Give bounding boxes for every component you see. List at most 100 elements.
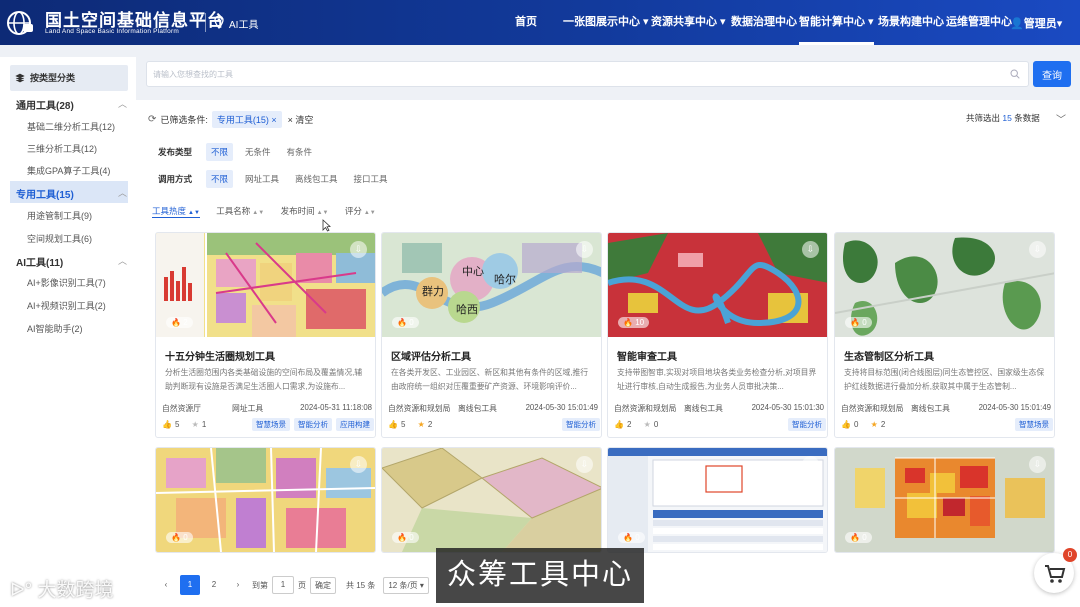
card-date: 2024-05-30 15:01:49 xyxy=(978,403,1051,412)
sidebar-group-ai[interactable]: AI工具(11) xyxy=(16,254,63,269)
star-icon[interactable]: ★ xyxy=(192,420,199,429)
sidebar-item-gpa-operators[interactable]: 集成GPA算子工具(4) xyxy=(27,164,110,177)
platform-subtitle: Land And Space Basic Information Platfor… xyxy=(45,28,179,35)
search-input[interactable] xyxy=(147,62,987,86)
sort-bar: 工具热度 ▲▼ 工具名称 ▲▼ 发布时间 ▲▼ 评分 ▲▼ xyxy=(152,205,390,218)
thumb-up-icon[interactable]: 👍 xyxy=(388,420,398,429)
card-org: 自然资源和规划局 xyxy=(614,404,677,413)
like-count: 5 xyxy=(400,420,406,429)
sidebar-item-ai-video[interactable]: AI+视频识别工具(2) xyxy=(27,299,106,312)
clear-filters-button[interactable]: × 清空 xyxy=(288,113,314,126)
nav-home[interactable]: 首页 xyxy=(515,0,537,45)
sidebar-item-use-control[interactable]: 用途管制工具(9) xyxy=(27,209,92,222)
chevron-up-icon[interactable]: ︿ xyxy=(118,254,127,267)
user-menu[interactable]: 👤管理员▾ xyxy=(1010,15,1062,31)
refresh-icon[interactable]: ⟳ xyxy=(148,114,156,125)
like-count: 5 xyxy=(174,420,180,429)
heat-badge: 🔥 10 xyxy=(618,317,650,328)
download-icon[interactable]: ⇩ xyxy=(802,456,819,473)
call-option-api[interactable]: 接口工具 xyxy=(354,173,388,185)
sort-name-label: 工具名称 xyxy=(216,206,251,216)
card-description: 在各类开发区、工业园区、新区和其他有条件的区域,推行由政府统一组织对压覆重要矿产… xyxy=(391,368,589,391)
download-icon[interactable]: ⇩ xyxy=(1029,456,1046,473)
tool-card[interactable]: ⇩ 🔥 0 xyxy=(834,447,1055,553)
tool-card[interactable]: ⇩ 🔥 0 xyxy=(155,447,376,553)
sort-by-time[interactable]: 发布时间 ▲▼ xyxy=(281,205,329,217)
heat-badge: 🔥 0 xyxy=(845,317,872,328)
goto-confirm-button[interactable]: 确定 xyxy=(310,576,336,594)
page-size-select[interactable]: 12 条/页 ▾ xyxy=(383,576,429,594)
tool-card[interactable]: 中心 哈尔 群力 哈西 ⇩ 🔥 0 区域评估分析工具 在各类开发区、工业园区、新… xyxy=(381,232,602,438)
goto-page-input[interactable]: 1 xyxy=(272,576,294,594)
tool-card[interactable]: ⇩ 🔥 2 十五分钟生活圈规划工具 分析生活圈范围内各类基础设施的空间布局及覆盖… xyxy=(155,232,376,438)
chevron-up-icon[interactable]: ︿ xyxy=(118,97,127,110)
card-title[interactable]: 智能审查工具 xyxy=(617,348,677,363)
sidebar-item-spatial-planning[interactable]: 空间规划工具(6) xyxy=(27,232,92,245)
sidebar-item-ai-image[interactable]: AI+影像识别工具(7) xyxy=(27,276,106,289)
sort-by-heat[interactable]: 工具热度 ▲▼ xyxy=(152,205,200,218)
search-icon[interactable] xyxy=(1010,69,1020,79)
nav-compute-center[interactable]: 智能计算中心 ▾ xyxy=(799,0,874,45)
sort-by-name[interactable]: 工具名称 ▲▼ xyxy=(216,205,264,217)
page-2[interactable]: 2 xyxy=(204,575,224,595)
page-1[interactable]: 1 xyxy=(180,575,200,595)
sidebar-item-ai-assistant[interactable]: AI智能助手(2) xyxy=(27,322,83,335)
nav-scene-center[interactable]: 场景构建中心 xyxy=(878,0,944,45)
search-button[interactable]: 查询 xyxy=(1033,61,1071,87)
nav-data-governance[interactable]: 数据治理中心 xyxy=(731,0,797,45)
tool-card[interactable]: ⇩ 🔥 0 xyxy=(381,447,602,553)
download-icon[interactable]: ⇩ xyxy=(576,241,593,258)
chevron-down-icon[interactable]: ﹀ xyxy=(1056,111,1066,126)
card-type: 网址工具 xyxy=(232,404,264,413)
thumb-up-icon[interactable]: 👍 xyxy=(614,420,624,429)
card-footer: 👍 0 ★ 2 智慧场景 xyxy=(841,418,1053,431)
sidebar-group-special[interactable]: 专用工具(15) xyxy=(16,186,74,201)
cart-button[interactable]: 0 xyxy=(1034,548,1077,593)
sidebar-item-3d-analysis[interactable]: 三维分析工具(12) xyxy=(27,142,97,155)
prev-page-icon[interactable]: ‹ xyxy=(156,575,176,595)
download-icon[interactable]: ⇩ xyxy=(576,456,593,473)
download-icon[interactable]: ⇩ xyxy=(1029,241,1046,258)
sort-arrows-icon: ▲▼ xyxy=(363,210,376,216)
sidebar-group-general[interactable]: 通用工具(28) xyxy=(16,97,74,112)
chevron-up-icon[interactable]: ︿ xyxy=(118,186,127,199)
call-option-offline[interactable]: 离线包工具 xyxy=(295,173,338,185)
card-title[interactable]: 十五分钟生活圈规划工具 xyxy=(165,348,275,363)
next-page-icon[interactable]: › xyxy=(228,575,248,595)
card-type: 离线包工具 xyxy=(458,404,497,413)
tool-card[interactable]: ⇩ 🔥 0 生态管制区分析工具 支持将目标范围(闭合线图层)同生态管控区、国家级… xyxy=(834,232,1055,438)
nav-resource-center[interactable]: 资源共享中心 ▾ xyxy=(651,0,726,45)
call-method-row: 调用方式 不限 网址工具 离线包工具 接口工具 xyxy=(158,170,404,188)
sort-by-rating[interactable]: 评分 ▲▼ xyxy=(345,205,376,217)
filter-tag-special[interactable]: 专用工具(15) × xyxy=(211,110,282,128)
card-date: 2024-05-31 11:18:08 xyxy=(300,403,372,412)
publish-option-unconditional[interactable]: 无条件 xyxy=(245,146,271,158)
watermark-text: 大数跨境 xyxy=(37,580,114,601)
card-tag: 智能分析 xyxy=(788,418,826,431)
svg-text:中心: 中心 xyxy=(462,265,484,278)
thumb-up-icon[interactable]: 👍 xyxy=(841,420,851,429)
star-icon[interactable]: ★ xyxy=(418,420,425,429)
tool-card[interactable]: ⇩ 🔥 10 智能审查工具 支持带图智审,实现对项目地块各类业务检查分析,对项目… xyxy=(607,232,828,438)
tool-card[interactable]: ⇩ 🔥 0 xyxy=(607,447,828,553)
card-title[interactable]: 生态管制区分析工具 xyxy=(844,348,934,363)
publish-option-conditional[interactable]: 有条件 xyxy=(287,146,313,158)
card-description: 支持带图智审,实现对项目地块各类业务检查分析,对项目界址进行审核,自动生成报告,… xyxy=(617,368,817,391)
download-icon[interactable]: ⇩ xyxy=(802,241,819,258)
card-title[interactable]: 区域评估分析工具 xyxy=(391,348,471,363)
count-number: 15 xyxy=(1002,113,1012,123)
star-icon[interactable]: ★ xyxy=(871,420,878,429)
call-option-url[interactable]: 网址工具 xyxy=(245,173,279,185)
flame-icon: 🔥 xyxy=(623,318,633,327)
sidebar-item-2d-analysis[interactable]: 基础二维分析工具(12) xyxy=(27,120,115,133)
download-icon[interactable]: ⇩ xyxy=(350,456,367,473)
publish-option-any[interactable]: 不限 xyxy=(206,143,234,161)
thumb-up-icon[interactable]: 👍 xyxy=(162,420,172,429)
flame-icon: 🔥 xyxy=(850,533,860,542)
nav-map-center[interactable]: 一张图展示中心 ▾ xyxy=(563,0,649,45)
download-icon[interactable]: ⇩ xyxy=(350,241,367,258)
count-prefix: 共筛选出 xyxy=(966,113,1001,123)
star-icon[interactable]: ★ xyxy=(644,420,651,429)
nav-ops-center[interactable]: 运维管理中心 xyxy=(946,0,1012,45)
call-option-any[interactable]: 不限 xyxy=(206,170,234,188)
